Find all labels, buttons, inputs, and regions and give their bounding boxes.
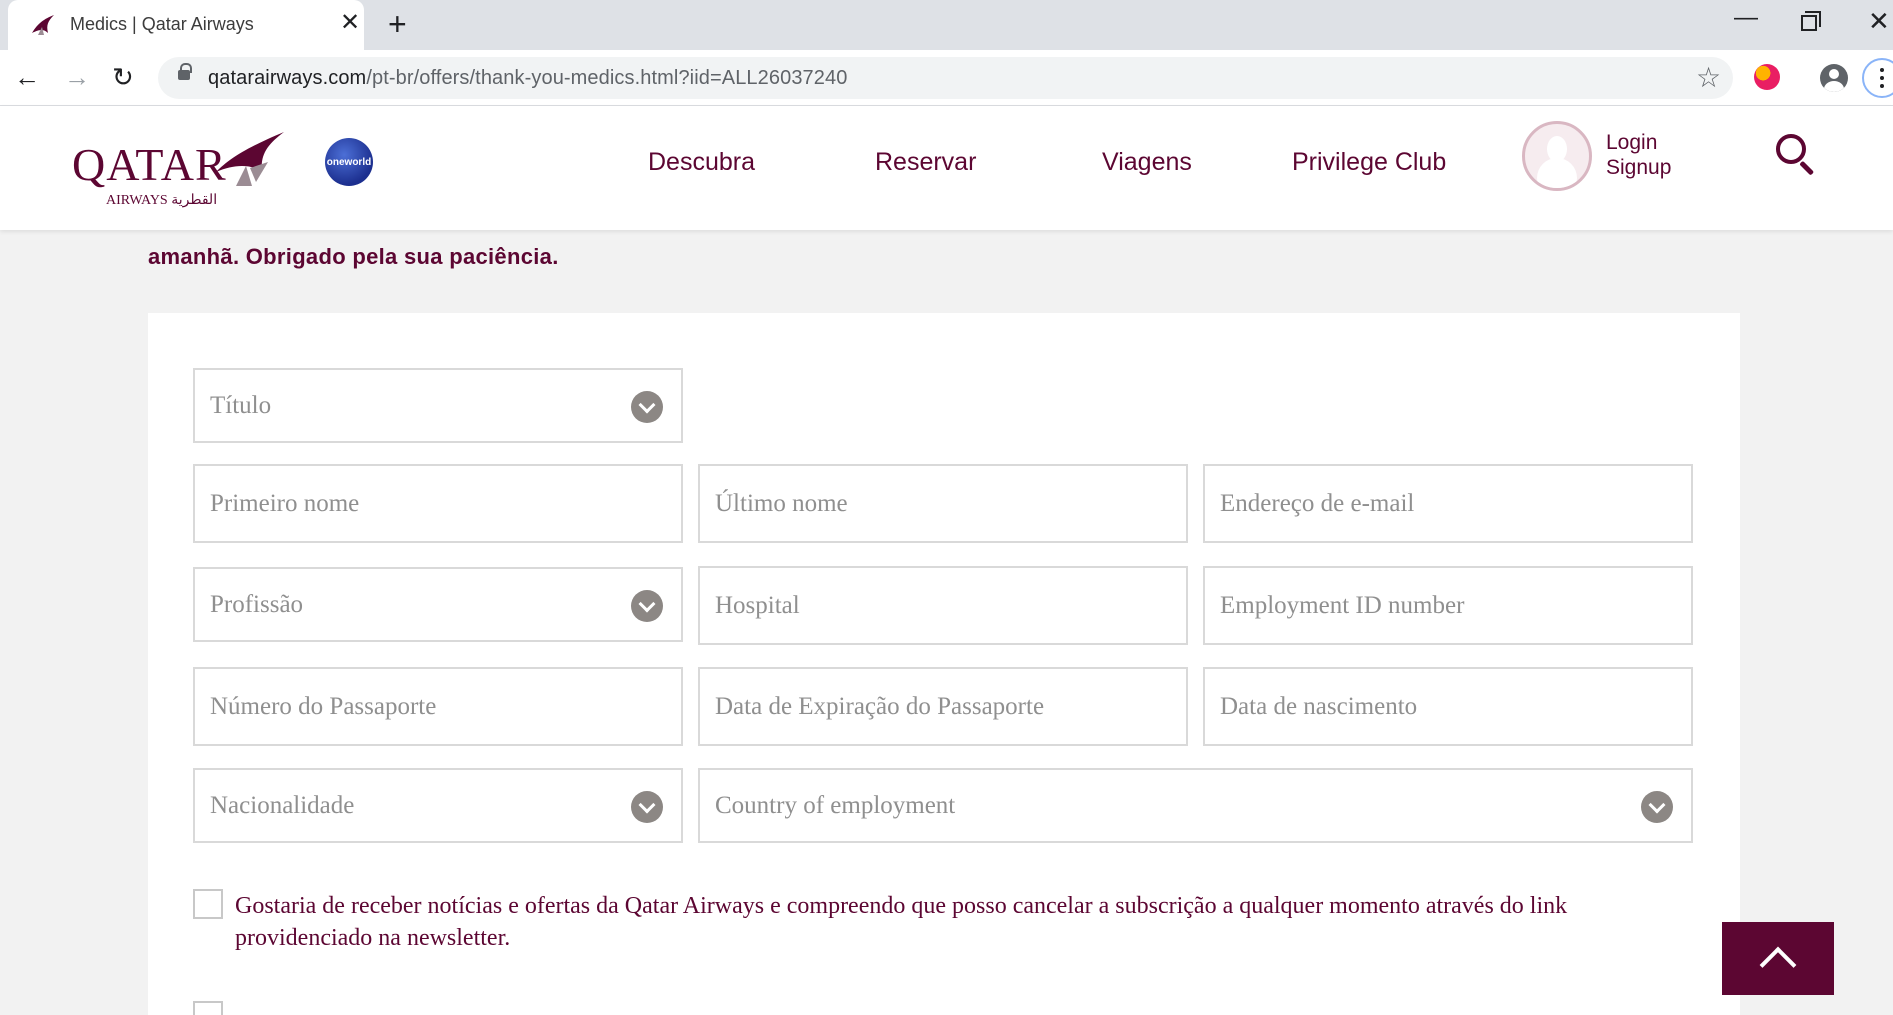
window-minimize-icon[interactable]: — — [1734, 4, 1758, 32]
passport-expiry-placeholder: Data de Expiração do Passaporte — [715, 692, 1045, 720]
browser-profile-icon[interactable] — [1820, 64, 1848, 92]
site-header: QATAR AIRWAYS القطرية oneworld Descubra … — [0, 106, 1893, 230]
tab-close-icon[interactable]: ✕ — [340, 11, 360, 35]
birth-date-placeholder: Data de nascimento — [1220, 692, 1418, 720]
login-link[interactable]: Login — [1606, 130, 1671, 155]
logo-subtitle: AIRWAYS القطرية — [106, 193, 218, 208]
passport-number-input[interactable]: Número do Passaporte — [193, 667, 683, 746]
hospital-placeholder: Hospital — [715, 591, 800, 619]
extension-icon[interactable] — [1754, 64, 1780, 90]
country-employment-placeholder: Country of employment — [715, 791, 956, 819]
logo-wordmark: QATAR — [72, 139, 227, 190]
newsletter-consent-text: Gostaria de receber notícias e ofertas d… — [235, 893, 1568, 951]
titulo-select[interactable]: Título — [193, 368, 683, 443]
chevron-down-icon[interactable] — [1641, 791, 1673, 823]
country-employment-select[interactable]: Country of employment — [698, 768, 1693, 843]
bookmark-star-icon[interactable]: ☆ — [1696, 61, 1721, 94]
browser-toolbar: ← → ↻ qatarairways.com/pt-br/offers/than… — [0, 50, 1893, 106]
url-path: /pt-br/offers/thank-you-medics.html?iid=… — [366, 67, 848, 89]
oneworld-logo[interactable]: oneworld — [325, 138, 373, 186]
signup-link[interactable]: Signup — [1606, 155, 1671, 180]
scroll-to-top-button[interactable] — [1722, 922, 1834, 995]
profession-placeholder: Profissão — [210, 590, 304, 618]
nationality-select[interactable]: Nacionalidade — [193, 768, 683, 843]
new-tab-icon[interactable]: + — [388, 8, 407, 40]
last-name-input[interactable]: Último nome — [698, 464, 1188, 543]
url-text[interactable]: qatarairways.com/pt-br/offers/thank-you-… — [208, 67, 847, 90]
profession-select[interactable]: Profissão — [193, 567, 683, 642]
chevron-down-icon[interactable] — [631, 590, 663, 622]
lock-icon — [178, 63, 192, 80]
login-signup[interactable]: Login Signup — [1606, 130, 1671, 180]
terms-checkbox[interactable] — [193, 1001, 223, 1015]
passport-expiry-input[interactable]: Data de Expiração do Passaporte — [698, 667, 1188, 746]
back-arrow-icon[interactable]: ← — [14, 62, 40, 92]
nav-descubra[interactable]: Descubra — [648, 148, 755, 177]
window-maximize-icon[interactable] — [1801, 11, 1821, 31]
qatar-airways-logo[interactable]: QATAR AIRWAYS القطرية — [72, 128, 292, 208]
forward-arrow-icon[interactable]: → — [64, 62, 90, 92]
employment-id-placeholder: Employment ID number — [1220, 591, 1465, 619]
intro-text: amanhã. Obrigado pela sua paciência. — [148, 244, 559, 269]
first-name-input[interactable]: Primeiro nome — [193, 464, 683, 543]
first-name-placeholder: Primeiro nome — [210, 489, 360, 517]
birth-date-input[interactable]: Data de nascimento — [1203, 667, 1693, 746]
email-placeholder: Endereço de e-mail — [1220, 489, 1415, 517]
url-host: qatarairways.com — [208, 67, 367, 89]
oryx-logo-icon — [216, 132, 284, 186]
address-bar[interactable]: qatarairways.com/pt-br/offers/thank-you-… — [158, 57, 1733, 99]
reload-icon[interactable]: ↻ — [112, 62, 134, 92]
search-icon[interactable] — [1776, 134, 1815, 178]
nav-privilege-club[interactable]: Privilege Club — [1292, 148, 1446, 177]
browser-menu-icon[interactable] — [1862, 58, 1893, 98]
passport-number-placeholder: Número do Passaporte — [210, 692, 437, 720]
email-input[interactable]: Endereço de e-mail — [1203, 464, 1693, 543]
tab-title: Medics | Qatar Airways — [70, 14, 254, 34]
chevron-down-icon[interactable] — [631, 791, 663, 823]
nav-reservar[interactable]: Reservar — [875, 148, 976, 177]
nationality-placeholder: Nacionalidade — [210, 791, 355, 819]
browser-tabbar: Medics | Qatar Airways ✕ + — ✕ — [0, 0, 1893, 50]
titulo-placeholder: Título — [210, 391, 272, 419]
hospital-input[interactable]: Hospital — [698, 566, 1188, 645]
chevron-down-icon[interactable] — [631, 391, 663, 423]
newsletter-checkbox[interactable] — [193, 889, 223, 919]
user-avatar-icon[interactable] — [1522, 121, 1592, 191]
browser-tab-active[interactable]: Medics | Qatar Airways ✕ — [8, 0, 364, 50]
qatar-oryx-favicon-icon — [32, 15, 54, 35]
employment-id-input[interactable]: Employment ID number — [1203, 566, 1693, 645]
last-name-placeholder: Último nome — [715, 489, 848, 517]
nav-viagens[interactable]: Viagens — [1102, 148, 1192, 177]
window-close-icon[interactable]: ✕ — [1868, 6, 1890, 37]
